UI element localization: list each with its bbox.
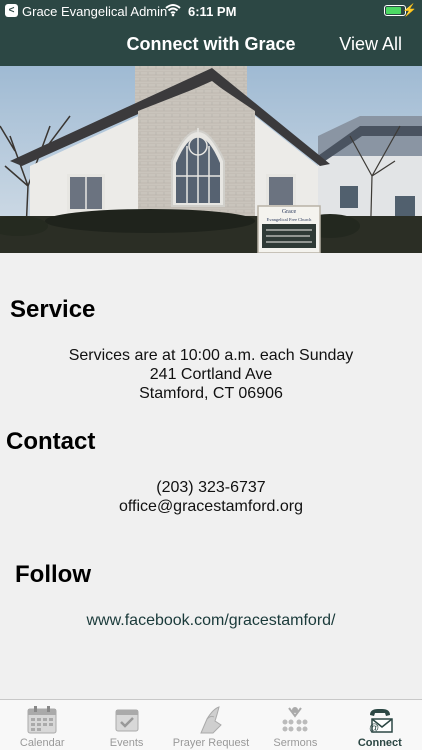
status-time: 6:11 PM bbox=[188, 4, 237, 19]
tab-connect-label: Connect bbox=[357, 737, 402, 749]
tab-events[interactable]: Events bbox=[84, 700, 168, 750]
back-to-app-icon[interactable]: < bbox=[5, 4, 18, 17]
phone-mail-icon: @ bbox=[369, 709, 393, 734]
tab-prayer-request-label: Prayer Request bbox=[172, 737, 250, 749]
contact-heading: Contact bbox=[6, 428, 96, 455]
service-street[interactable]: 241 Cortland Ave bbox=[0, 365, 422, 384]
facebook-link[interactable]: www.facebook.com/gracestamford/ bbox=[0, 611, 422, 630]
church-photo: Grace Evangelical Free Church bbox=[0, 66, 422, 253]
church-sign-name: Grace bbox=[282, 209, 297, 215]
church-sign-subtitle: Evangelical Free Church bbox=[267, 217, 312, 222]
tab-sermons-label: Sermons bbox=[273, 737, 318, 749]
service-heading: Service bbox=[10, 296, 96, 323]
tab-calendar-label: Calendar bbox=[19, 737, 65, 749]
events-icon bbox=[115, 709, 139, 732]
praying-hands-icon bbox=[200, 706, 222, 734]
tab-events-label: Events bbox=[109, 737, 144, 749]
contact-phone-link[interactable]: (203) 323-6737 bbox=[0, 478, 422, 497]
sermons-icon bbox=[282, 707, 308, 732]
tab-prayer-request[interactable]: Prayer Request bbox=[169, 700, 253, 750]
view-all-button[interactable]: View All bbox=[339, 34, 402, 55]
service-city[interactable]: Stamford, CT 06906 bbox=[0, 384, 422, 403]
service-time: Services are at 10:00 a.m. each Sunday bbox=[68, 347, 354, 364]
follow-heading: Follow bbox=[15, 561, 91, 588]
contact-email-link[interactable]: office@gracestamford.org bbox=[0, 497, 422, 516]
wifi-icon bbox=[165, 4, 181, 17]
svg-text:@: @ bbox=[369, 723, 379, 734]
tab-connect[interactable]: @ Connect bbox=[338, 700, 422, 750]
navigation-bar: Connect with Grace View All bbox=[0, 22, 422, 66]
tab-bar: Calendar Events Prayer Request Sermons @… bbox=[0, 699, 422, 750]
status-bar: < Grace Evangelical Admin 6:11 PM ⚡ bbox=[0, 0, 422, 22]
charging-bolt-icon: ⚡ bbox=[402, 3, 417, 17]
back-to-app-label[interactable]: Grace Evangelical Admin bbox=[22, 4, 167, 19]
tab-sermons[interactable]: Sermons bbox=[253, 700, 337, 750]
tab-calendar[interactable]: Calendar bbox=[0, 700, 84, 750]
calendar-icon bbox=[27, 706, 57, 734]
